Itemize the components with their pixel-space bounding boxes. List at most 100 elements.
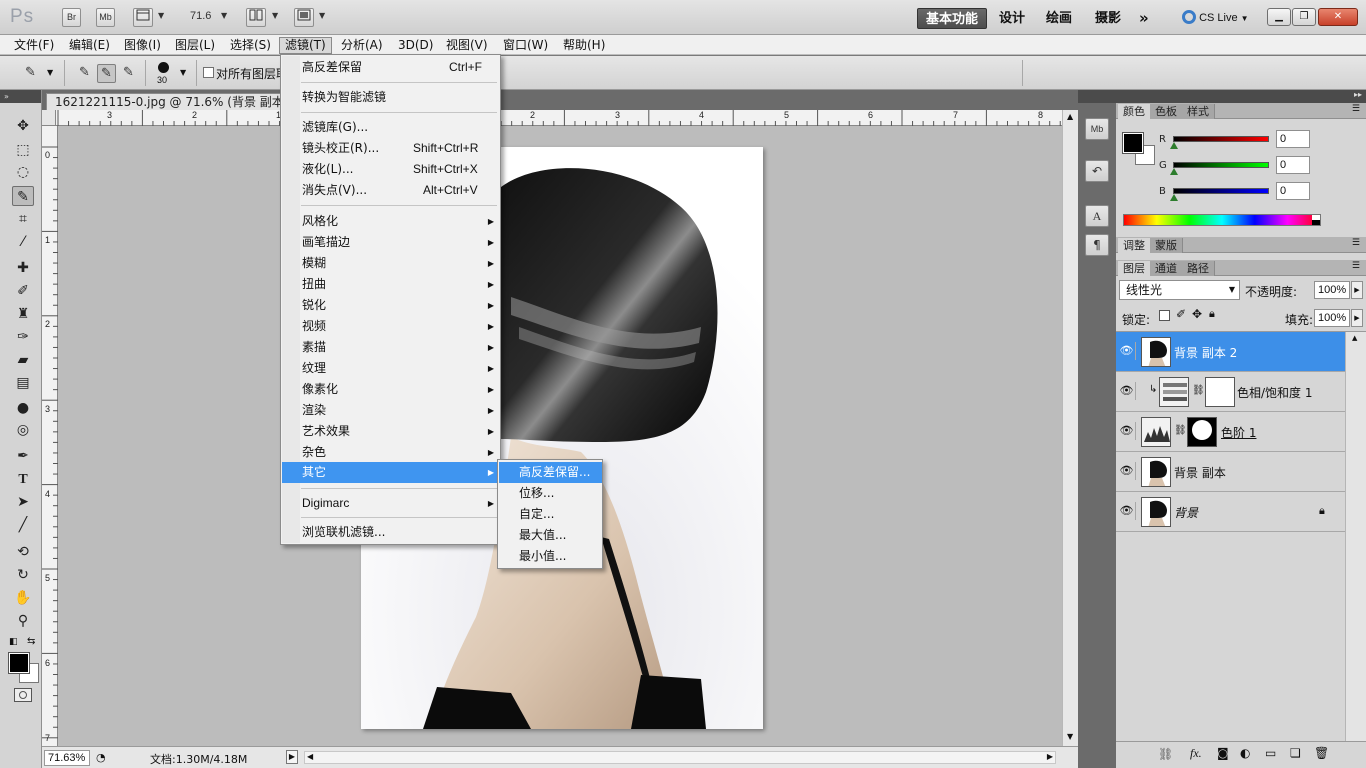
lock-position-icon[interactable]: ✥	[1192, 307, 1202, 321]
eyedropper-tool[interactable]: ⁄	[12, 232, 34, 252]
arrange-dropdown-arrow[interactable]: ▼	[272, 11, 278, 20]
brush-tip-icon[interactable]	[158, 62, 169, 73]
menu-3d[interactable]: 3D(D)	[393, 37, 438, 54]
blue-slider[interactable]	[1173, 188, 1269, 194]
menu-edit[interactable]: 编辑(E)	[64, 37, 115, 54]
scroll-up-arrow-icon[interactable]: ▲	[1067, 112, 1073, 121]
layer-row-background-copy-2[interactable]: 👁︎ 背景 副本 2	[1116, 332, 1345, 372]
panel-menu-icon[interactable]: ☰	[1352, 238, 1360, 248]
workspace-design[interactable]: 设计	[991, 8, 1033, 29]
menu-item-brush-strokes[interactable]: 画笔描边 ▶	[282, 232, 500, 253]
collapse-icon[interactable]: ▸▸	[1354, 90, 1362, 99]
tool-preset-dropdown-arrow[interactable]: ▼	[47, 68, 53, 77]
new-layer-icon[interactable]: ❏	[1290, 746, 1301, 760]
menu-view[interactable]: 视图(V)	[441, 37, 493, 54]
menu-item-lens-correction[interactable]: 镜头校正(R)... Shift+Ctrl+R	[282, 138, 500, 159]
blur-tool[interactable]: ●	[12, 398, 34, 418]
layer-row-hue-saturation-1[interactable]: 👁︎ ↳ ⛓︎ 色相/饱和度 1	[1116, 372, 1345, 412]
eye-icon[interactable]: 👁︎	[1118, 382, 1136, 400]
history-panel-button[interactable]: ↶	[1085, 160, 1109, 182]
dodge-tool[interactable]: ◎	[12, 420, 34, 440]
layer-row-background[interactable]: 👁︎ 背景 🔒︎	[1116, 492, 1345, 532]
zoom-tool[interactable]: ⚲	[12, 611, 34, 631]
close-button[interactable]: ✕	[1318, 8, 1358, 26]
zoom-dropdown-arrow[interactable]: ▼	[221, 11, 227, 20]
scroll-left-arrow-icon[interactable]: ◀	[307, 752, 313, 761]
launch-minibridge-button[interactable]: Mb	[96, 8, 115, 27]
blue-slider-handle[interactable]	[1170, 194, 1178, 201]
layer-row-levels-1[interactable]: 👁︎ ⛓︎ 色阶 1	[1116, 412, 1345, 452]
more-workspaces-button[interactable]: »	[1131, 8, 1157, 29]
tab-channels[interactable]: 通道	[1150, 261, 1183, 276]
layer-mask-thumbnail[interactable]	[1205, 377, 1235, 407]
history-brush-tool[interactable]: ✑	[12, 327, 34, 347]
zoom-level-field[interactable]: 71.6	[190, 10, 211, 22]
layers-scrollbar[interactable]: ▲	[1345, 332, 1366, 742]
ruler-origin[interactable]	[42, 110, 56, 126]
fill-field[interactable]: 100%	[1314, 309, 1350, 327]
menu-help[interactable]: 帮助(H)	[558, 37, 610, 54]
delete-layer-icon[interactable]: 🗑︎	[1314, 746, 1329, 760]
menu-analysis[interactable]: 分析(A)	[336, 37, 388, 54]
tool-preset-picker[interactable]: ✎	[21, 64, 40, 83]
menu-image[interactable]: 图像(I)	[119, 37, 166, 54]
scroll-right-arrow-icon[interactable]: ▶	[1047, 752, 1053, 761]
hand-tool[interactable]: ✋	[12, 588, 34, 608]
menu-item-blur[interactable]: 模糊 ▶	[282, 253, 500, 274]
view-extras-dropdown-arrow[interactable]: ▼	[158, 11, 164, 20]
menu-window[interactable]: 窗口(W)	[498, 37, 553, 54]
eye-icon[interactable]: 👁︎	[1118, 422, 1136, 440]
icon-strip-header[interactable]	[1078, 90, 1116, 103]
status-options-icon[interactable]: ◔	[96, 751, 106, 764]
adjustment-layer-icon[interactable]: ◐	[1240, 746, 1250, 760]
screen-mode-dropdown-arrow[interactable]: ▼	[319, 11, 325, 20]
type-tool[interactable]: T	[12, 469, 34, 489]
canvas-area[interactable]	[58, 126, 1062, 746]
horizontal-scrollbar[interactable]: ◀ ▶	[304, 751, 1056, 764]
foreground-color-swatch[interactable]	[8, 652, 30, 674]
character-panel-button[interactable]: A	[1085, 205, 1109, 227]
menu-item-convert-smart-filters[interactable]: 转换为智能滤镜	[282, 87, 500, 108]
menu-item-render[interactable]: 渲染 ▶	[282, 400, 500, 421]
vertical-ruler[interactable]: 0 1 2 3 4 5 6 7	[42, 126, 58, 746]
quick-mask-button[interactable]	[14, 688, 32, 702]
menu-item-artistic[interactable]: 艺术效果 ▶	[282, 421, 500, 442]
menu-item-liquify[interactable]: 液化(L)... Shift+Ctrl+X	[282, 159, 500, 180]
black-white-ramp[interactable]	[1312, 215, 1320, 225]
paragraph-panel-button[interactable]: ¶	[1085, 234, 1109, 256]
eye-icon[interactable]: 👁︎	[1118, 342, 1136, 360]
submenu-item-custom[interactable]: 自定...	[499, 504, 602, 525]
green-slider[interactable]	[1173, 162, 1269, 168]
layer-row-background-copy[interactable]: 👁︎ 背景 副本	[1116, 452, 1345, 492]
menu-item-last-filter[interactable]: 高反差保留 Ctrl+F	[282, 57, 500, 78]
new-selection-mode[interactable]: ✎	[75, 64, 94, 83]
toolbox-collapse-header[interactable]: »	[0, 90, 41, 103]
add-to-selection-mode[interactable]: ✎	[97, 64, 116, 83]
move-tool[interactable]: ✥	[12, 116, 34, 136]
menu-item-texture[interactable]: 纹理 ▶	[282, 358, 500, 379]
link-layers-icon[interactable]: ⛓︎	[1158, 747, 1173, 761]
menu-item-distort[interactable]: 扭曲 ▶	[282, 274, 500, 295]
launch-bridge-button[interactable]: Br	[62, 8, 81, 27]
mini-bridge-panel-button[interactable]: Mb	[1085, 118, 1109, 140]
menu-file[interactable]: 文件(F)	[9, 37, 59, 54]
fill-slider-toggle[interactable]: ▶	[1351, 309, 1363, 327]
menu-item-sketch[interactable]: 素描 ▶	[282, 337, 500, 358]
red-slider[interactable]	[1173, 136, 1269, 142]
submenu-item-offset[interactable]: 位移...	[499, 483, 602, 504]
chain-link-icon[interactable]: ⛓︎	[1174, 425, 1187, 436]
menu-item-browse-online-filters[interactable]: 浏览联机滤镜...	[282, 522, 500, 543]
menu-item-pixelate[interactable]: 像素化 ▶	[282, 379, 500, 400]
view-extras-button[interactable]	[133, 8, 153, 27]
green-value-field[interactable]: 0	[1276, 156, 1310, 174]
panel-menu-icon[interactable]: ☰	[1352, 261, 1360, 271]
menu-item-filter-gallery[interactable]: 滤镜库(G)...	[282, 117, 500, 138]
eraser-tool[interactable]: ▰	[12, 350, 34, 370]
color-spectrum-bar[interactable]	[1123, 214, 1321, 226]
menu-filter[interactable]: 滤镜(T)	[279, 37, 332, 54]
default-colors-icon[interactable]: ◧	[9, 637, 18, 647]
status-menu-arrow[interactable]: ▶	[286, 750, 298, 764]
restore-button[interactable]: ❐	[1292, 8, 1316, 26]
workspace-photography[interactable]: 摄影	[1087, 8, 1129, 29]
swap-colors-icon[interactable]: ⇆	[27, 636, 35, 647]
